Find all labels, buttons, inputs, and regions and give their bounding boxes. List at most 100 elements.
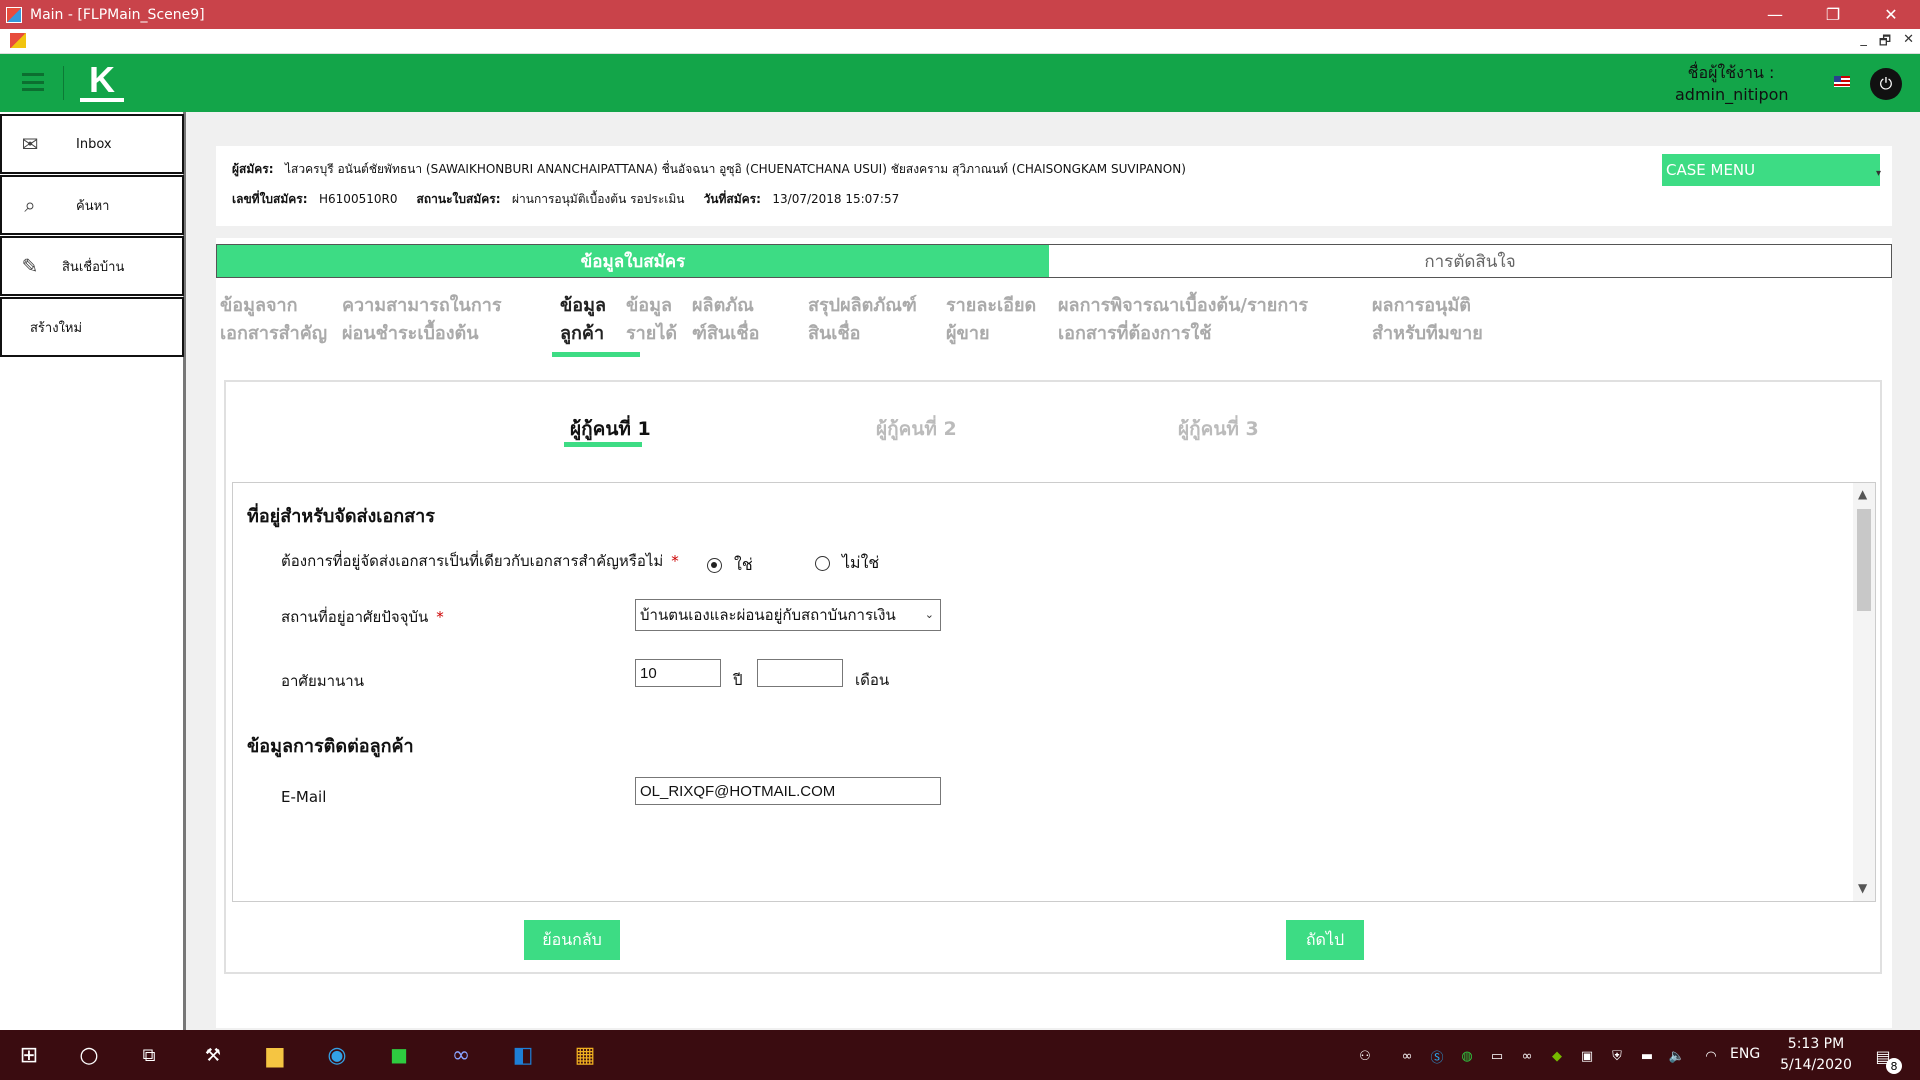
subtab-customer-info[interactable]: ข้อมูล ลูกค้า [560,292,606,348]
wifi-icon[interactable]: ◠ [1702,1047,1720,1065]
scroll-up-icon[interactable]: ▲ [1858,487,1867,501]
skype-icon[interactable]: Ⓢ [1428,1047,1446,1066]
infinity-tray2-icon[interactable]: ∞ [1518,1047,1536,1065]
stay-months-input[interactable] [757,659,843,687]
app-no-value: H6100510R0 [319,192,398,206]
subtab-seller-details[interactable]: รายละเอียด ผู้ขาย [946,292,1036,348]
subtab-key-documents[interactable]: ข้อมูลจาก เอกสารสำคัญ [220,292,327,348]
top-tabs: ข้อมูลใบสมัคร การตัดสินใจ [216,244,1892,278]
subtab-preliminary-result[interactable]: ผลการพิจารณาเบื้องต้น/รายการ เอกสารที่ต้อ… [1058,292,1308,348]
subtab-product-summary[interactable]: สรุปผลิตภัณฑ์ สินเชื่อ [808,292,917,348]
minimize-button[interactable]: — [1746,0,1804,29]
mdi-minimize-button[interactable]: _ [1860,32,1867,54]
search-icon[interactable]: ○ [72,1039,106,1071]
line-app-icon[interactable]: ◼ [382,1039,416,1071]
stay-years-input[interactable]: 10 [635,659,721,687]
tab-decision[interactable]: การตัดสินใจ [1049,245,1891,277]
scrollbar-thumb[interactable] [1857,509,1871,611]
subtab-repayment-ability[interactable]: ความสามารถในการ ผ่อนชำระเบื้องต้น [342,292,502,348]
subtab-approval-result[interactable]: ผลการอนุมัติ สำหรับทีมขาย [1372,292,1483,348]
clock-date: 5/14/2020 [1780,1057,1852,1073]
hamburger-menu-icon[interactable] [22,73,44,91]
system-clock[interactable]: 5:13 PM 5/14/2020 [1766,1034,1866,1076]
stay-duration-label: อาศัยมานาน [281,672,364,690]
display-icon[interactable]: ▭ [1488,1047,1506,1065]
app-icon [6,6,22,23]
applicant-line: ผู้สมัคร: ไสวครบุรี อนันต์ชัยพัทธนา (SAW… [232,160,1186,179]
sub-tabs: ข้อมูลจาก เอกสารสำคัญ ความสามารถในการ ผ่อน… [216,292,1892,364]
shield-icon[interactable]: ⛨ [1608,1047,1626,1065]
residence-select[interactable]: บ้านตนเองและผ่อนอยู่กับสถาบันการเงิน ⌄ [635,599,941,631]
tab-borrower-2[interactable]: ผู้กู้คนที่ 2 [876,414,957,444]
notification-count-badge: 8 [1886,1058,1902,1074]
active-borrower-indicator [564,442,642,447]
app-no-label: เลขที่ใบสมัคร: [232,192,308,206]
infinity-tray-icon[interactable]: ∞ [1398,1047,1416,1065]
infinity-app-icon[interactable]: ∞ [444,1039,478,1071]
application-meta-line: เลขที่ใบสมัคร: H6100510R0 สถานะใบสมัคร: … [232,190,899,209]
next-button[interactable]: ถัดไป [1286,920,1364,960]
required-mark: * [671,552,679,570]
residence-label: สถานที่อยู่อาศัยปัจจุบัน * [281,608,444,626]
email-input[interactable]: OL_RIXQF@HOTMAIL.COM [635,777,941,805]
wechat-icon[interactable]: ◍ [1458,1047,1476,1065]
years-unit: ปี [733,671,743,689]
sidebar-item-inbox[interactable]: ✉ Inbox [0,114,184,174]
user-info: ชื่อผู้ใช้งาน : admin_nitipon [1675,62,1789,106]
scroll-down-icon[interactable]: ▼ [1858,881,1867,895]
network-app-icon[interactable]: ▣ [1578,1047,1596,1065]
tab-borrower-3[interactable]: ผู้กู้คนที่ 3 [1178,414,1259,444]
username: admin_nitipon [1675,85,1789,104]
sidebar-item-label: สร้างใหม่ [30,320,83,336]
clock-time: 5:13 PM [1787,1036,1845,1052]
subtab-loan-product[interactable]: ผลิตภัณ ฑ์สินเชื่อ [692,292,759,348]
nvidia-icon[interactable]: ◆ [1548,1047,1566,1065]
tab-borrower-1[interactable]: ผู้กู้คนที่ 1 [570,414,651,444]
windows-taskbar: ⊞ ○ ⧉ ⚒ ▆ ◉ ◼ ∞ ◧ ▦ ⚇ ∞ Ⓢ ◍ ▭ ∞ ◆ ▣ ⛨ ▬ … [0,1030,1920,1080]
status-value: ผ่านการอนุมัติเบื้องต้น รอประเมิน [511,192,685,206]
mdi-menu-strip: _ 🗗 ✕ [0,29,1920,54]
file-explorer-icon[interactable]: ▆ [258,1039,292,1071]
application-panel: ข้อมูลใบสมัคร การตัดสินใจ ข้อมูลจาก เอกสา… [216,238,1892,1028]
section-mailing-address: ที่อยู่สำหรับจัดส่งเอกสาร [247,506,435,527]
edit-document-icon: ✎ [21,254,39,278]
customer-form: ที่อยู่สำหรับจัดส่งเอกสาร ต้องการที่อยู่… [232,482,1876,902]
company-logo: K [78,62,126,104]
battery-icon[interactable]: ▬ [1638,1047,1656,1065]
chevron-down-icon[interactable]: ▾ [1876,168,1881,179]
logout-icon[interactable]: ⏻ [1870,68,1902,100]
close-button[interactable]: ✕ [1862,0,1920,29]
email-label: E-Mail [281,788,327,806]
mdi-restore-button[interactable]: 🗗 [1879,32,1891,54]
outlook-icon[interactable]: ◧ [506,1039,540,1071]
tab-application-info[interactable]: ข้อมูลใบสมัคร [217,245,1049,277]
language-indicator[interactable]: ENG [1730,1046,1760,1062]
restore-button[interactable]: ❐ [1804,0,1862,29]
sidebar: ✉ Inbox ⌕ ค้นหา ✎ สินเชื่อบ้าน สร้างใหม่ [0,112,186,1030]
windows-start-icon[interactable]: ⊞ [12,1039,46,1071]
radio-yes[interactable]: ใช่ [707,553,753,578]
back-button[interactable]: ย้อนกลับ [524,920,620,960]
user-label: ชื่อผู้ใช้งาน : [1687,63,1775,82]
edge-browser-icon[interactable]: ◉ [320,1039,354,1071]
case-menu-dropdown[interactable]: CASE MENU [1662,154,1880,186]
window-title-bar: Main - [FLPMain_Scene9] — ❐ ✕ [0,0,1920,29]
volume-icon[interactable]: 🔈 [1668,1047,1686,1065]
us-flag-icon[interactable] [1834,76,1850,87]
tools-icon[interactable]: ⚒ [196,1039,230,1071]
applicant-value: ไสวครบุรี อนันต์ชัยพัทธนา (SAWAIKHONBURI… [285,162,1186,176]
subtab-income-info[interactable]: ข้อมูล รายได้ [626,292,677,348]
sidebar-item-label: ค้นหา [76,198,110,214]
chevron-down-icon: ⌄ [924,608,934,621]
radio-no[interactable]: ไม่ใช่ [815,551,879,576]
people-icon[interactable]: ⚇ [1356,1047,1374,1065]
sidebar-item-search[interactable]: ⌕ ค้นหา [0,175,184,235]
sidebar-item-home-loan[interactable]: ✎ สินเชื่อบ้าน [0,236,184,296]
radio-unchecked-icon [815,556,830,571]
app-header: K ชื่อผู้ใช้งาน : admin_nitipon [0,54,1920,112]
form-scrollbar[interactable]: ▲ ▼ [1853,483,1875,901]
sidebar-item-create-new[interactable]: สร้างใหม่ [0,297,184,357]
mdi-close-button[interactable]: ✕ [1903,32,1914,54]
main-app-icon[interactable]: ▦ [568,1039,602,1071]
task-view-icon[interactable]: ⧉ [132,1039,166,1071]
